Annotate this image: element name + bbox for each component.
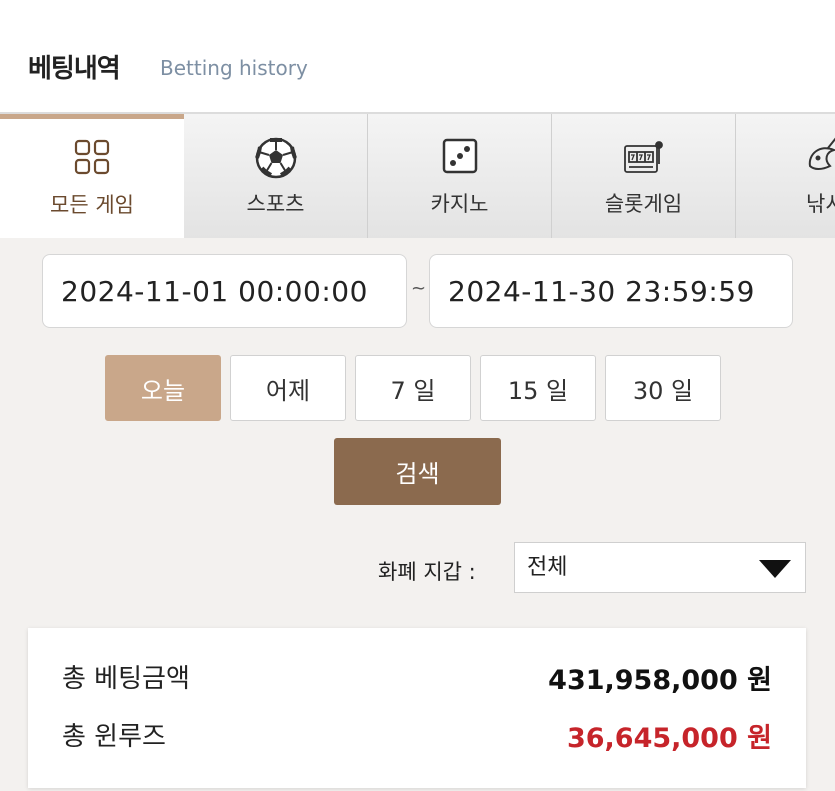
total-winloss-label: 총 윈루즈 — [62, 722, 166, 752]
tab-all-games[interactable]: 모든 게임 — [0, 114, 184, 238]
game-tabs: 모든 게임 스포츠 카지노 슬롯게임 낚시 — [0, 112, 835, 238]
tab-sports[interactable]: 스포츠 — [184, 114, 368, 238]
tab-label: 모든 게임 — [50, 193, 134, 217]
tab-fishing[interactable]: 낚시 — [736, 114, 835, 238]
tab-label: 낚시 — [806, 192, 835, 216]
quick-filter-30days-button[interactable]: 30 일 — [605, 355, 721, 421]
quick-filter-yesterday-button[interactable]: 어제 — [230, 355, 346, 421]
total-bet-value: 431,958,000 원 — [548, 665, 772, 696]
quick-filter-15days-button[interactable]: 15 일 — [480, 355, 596, 421]
quick-filter-7days-button[interactable]: 7 일 — [355, 355, 471, 421]
tab-label: 슬롯게임 — [604, 192, 683, 216]
slot-machine-icon — [552, 136, 735, 180]
dice-icon — [368, 136, 551, 180]
search-button[interactable]: 검색 — [334, 438, 501, 505]
currency-wallet-label: 화폐 지갑 : — [378, 560, 476, 584]
betting-summary-card: 총 베팅금액 431,958,000 원 총 윈루즈 36,645,000 원 — [28, 628, 806, 788]
currency-selected-value: 전체 — [527, 555, 568, 580]
tab-label: 스포츠 — [246, 192, 305, 216]
grid-icon — [0, 137, 184, 181]
start-date-field[interactable]: 2024-11-01 00:00:00 — [42, 254, 407, 328]
end-date-field[interactable]: 2024-11-30 23:59:59 — [429, 254, 793, 328]
page-title: 베팅내역 — [28, 54, 121, 84]
page-subtitle: Betting history — [160, 56, 308, 80]
quick-filter-today-button[interactable]: 오늘 — [105, 355, 221, 421]
fish-icon — [736, 136, 835, 180]
dropdown-arrow-icon — [759, 560, 791, 578]
date-range-separator: ~ — [411, 278, 427, 299]
currency-wallet-select[interactable]: 전체 — [514, 542, 806, 593]
tab-label: 카지노 — [430, 192, 489, 216]
total-bet-label: 총 베팅금액 — [62, 664, 190, 694]
tab-slots[interactable]: 슬롯게임 — [552, 114, 736, 238]
tab-casino[interactable]: 카지노 — [368, 114, 552, 238]
page-header: 베팅내역 Betting history — [0, 0, 835, 112]
soccer-ball-icon — [184, 136, 367, 180]
total-winloss-value: 36,645,000 원 — [566, 723, 772, 754]
